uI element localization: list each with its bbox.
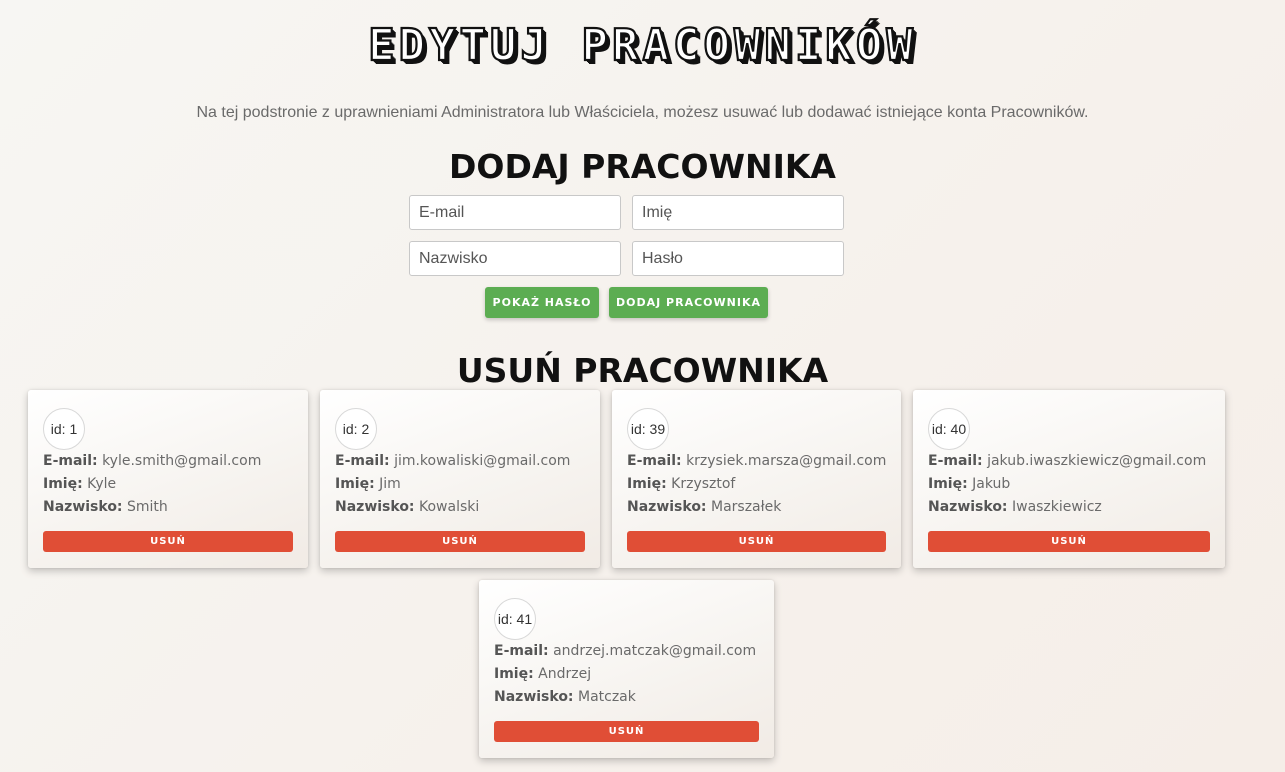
- name-label: Imię:: [494, 666, 534, 682]
- name-label: Imię:: [335, 476, 375, 492]
- name-label: Imię:: [43, 476, 83, 492]
- delete-employee-button[interactable]: USUŃ: [494, 721, 759, 742]
- email-label: E-mail:: [494, 643, 549, 659]
- surname-value: Smith: [126, 499, 168, 515]
- employee-email: E-mail: andrzej.matczak@gmail.com: [494, 643, 756, 659]
- name-value: Krzysztof: [671, 476, 736, 492]
- surname-label: Nazwisko:: [928, 499, 1008, 515]
- add-employee-title: DODAJ PRACOWNIKA: [449, 147, 836, 186]
- name-value: Jim: [379, 476, 401, 492]
- employee-email: E-mail: jakub.iwaszkiewicz@gmail.com: [928, 453, 1206, 469]
- employee-first-name: Imię: Krzysztof: [627, 476, 735, 492]
- surname-value: Matczak: [577, 689, 636, 705]
- name-label: Imię:: [928, 476, 968, 492]
- surname-value: Iwaszkiewicz: [1011, 499, 1102, 515]
- last-name-field[interactable]: [409, 241, 621, 276]
- surname-value: Marszałek: [710, 499, 782, 515]
- surname-value: Kowalski: [418, 499, 480, 515]
- first-name-field[interactable]: [632, 195, 844, 230]
- show-password-button[interactable]: POKAŻ HASŁO: [485, 287, 599, 318]
- employee-last-name: Nazwisko: Iwaszkiewicz: [928, 499, 1102, 515]
- employee-id-badge: id: 1: [43, 408, 85, 450]
- employee-last-name: Nazwisko: Matczak: [494, 689, 636, 705]
- employee-last-name: Nazwisko: Smith: [43, 499, 168, 515]
- add-employee-button[interactable]: DODAJ PRACOWNIKA: [609, 287, 768, 318]
- employee-last-name: Nazwisko: Kowalski: [335, 499, 479, 515]
- name-value: Andrzej: [538, 666, 592, 682]
- name-value: Jakub: [972, 476, 1011, 492]
- employee-card: id: 40 E-mail: jakub.iwaszkiewicz@gmail.…: [913, 390, 1225, 568]
- password-field[interactable]: [632, 241, 844, 276]
- name-label: Imię:: [627, 476, 667, 492]
- employee-card: id: 41 E-mail: andrzej.matczak@gmail.com…: [479, 580, 774, 758]
- surname-label: Nazwisko:: [335, 499, 415, 515]
- employee-last-name: Nazwisko: Marszałek: [627, 499, 781, 515]
- employee-id-badge: id: 41: [494, 598, 536, 640]
- email-label: E-mail:: [627, 453, 682, 469]
- employee-email: E-mail: krzysiek.marsza@gmail.com: [627, 453, 886, 469]
- employee-card: id: 1 E-mail: kyle.smith@gmail.com Imię:…: [28, 390, 308, 568]
- email-field[interactable]: [409, 195, 621, 230]
- employee-card: id: 2 E-mail: jim.kowaliski@gmail.com Im…: [320, 390, 600, 568]
- email-value: krzysiek.marsza@gmail.com: [686, 453, 887, 469]
- page-subtitle: Na tej podstronie z uprawnieniami Admini…: [196, 104, 1089, 121]
- employee-first-name: Imię: Andrzej: [494, 666, 591, 682]
- employee-email: E-mail: jim.kowaliski@gmail.com: [335, 453, 570, 469]
- employee-email: E-mail: kyle.smith@gmail.com: [43, 453, 261, 469]
- email-value: jim.kowaliski@gmail.com: [394, 453, 571, 469]
- employee-id-badge: id: 40: [928, 408, 970, 450]
- email-label: E-mail:: [928, 453, 983, 469]
- email-label: E-mail:: [43, 453, 98, 469]
- employee-card: id: 39 E-mail: krzysiek.marsza@gmail.com…: [612, 390, 901, 568]
- delete-employee-button[interactable]: USUŃ: [928, 531, 1210, 552]
- name-value: Kyle: [87, 476, 117, 492]
- employee-first-name: Imię: Jim: [335, 476, 401, 492]
- email-label: E-mail:: [335, 453, 390, 469]
- employee-first-name: Imię: Jakub: [928, 476, 1010, 492]
- surname-label: Nazwisko:: [627, 499, 707, 515]
- surname-label: Nazwisko:: [494, 689, 574, 705]
- surname-label: Nazwisko:: [43, 499, 123, 515]
- employee-id-badge: id: 2: [335, 408, 377, 450]
- employee-id-badge: id: 39: [627, 408, 669, 450]
- employee-first-name: Imię: Kyle: [43, 476, 116, 492]
- remove-employee-title: USUŃ PRACOWNIKA: [456, 351, 829, 390]
- delete-employee-button[interactable]: USUŃ: [627, 531, 886, 552]
- page-title: EDYTUJ PRACOWNIKÓW: [367, 19, 917, 72]
- email-value: jakub.iwaszkiewicz@gmail.com: [987, 453, 1207, 469]
- email-value: andrzej.matczak@gmail.com: [553, 643, 757, 659]
- delete-employee-button[interactable]: USUŃ: [335, 531, 585, 552]
- email-value: kyle.smith@gmail.com: [102, 453, 262, 469]
- delete-employee-button[interactable]: USUŃ: [43, 531, 293, 552]
